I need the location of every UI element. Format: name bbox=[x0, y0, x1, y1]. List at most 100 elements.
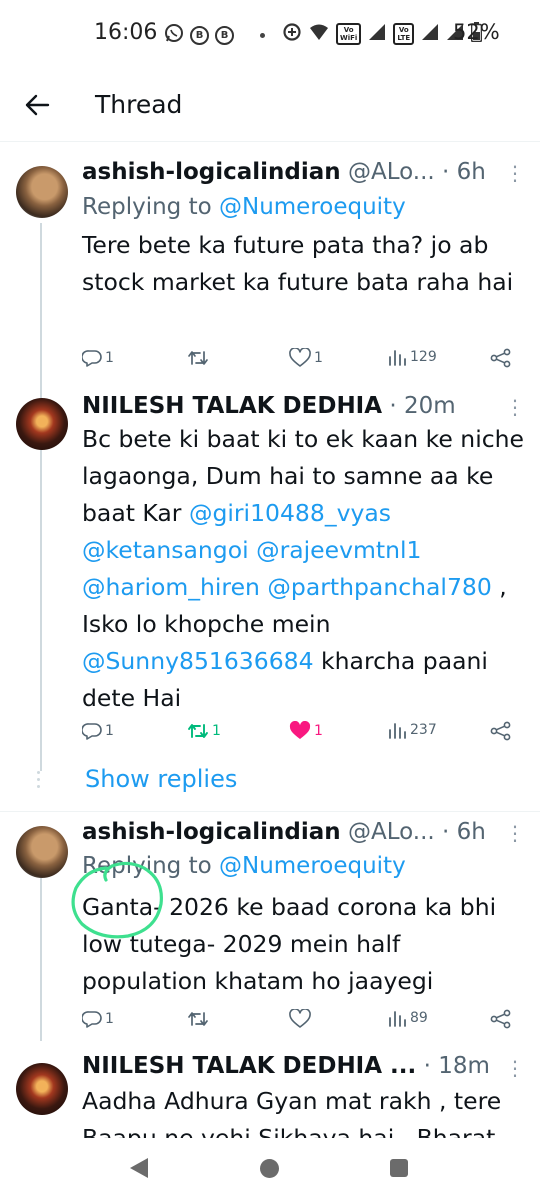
tweet-time: · 6h bbox=[442, 159, 486, 185]
divider bbox=[0, 811, 540, 812]
tweet-header: NIILESH TALAK DEDHIA · 20m bbox=[82, 393, 456, 419]
retweet-icon bbox=[188, 351, 208, 365]
views-button[interactable]: 89 bbox=[387, 1009, 428, 1027]
like-button[interactable] bbox=[289, 1009, 314, 1029]
avatar[interactable] bbox=[16, 166, 68, 218]
views-count: 89 bbox=[410, 1010, 428, 1026]
tweet-time: · 6h bbox=[442, 819, 486, 845]
status-bar: 16:06 B B Vo WiFi Vo LTE 52% bbox=[0, 0, 540, 70]
reply-button[interactable]: 1 bbox=[82, 721, 114, 741]
share-button[interactable] bbox=[490, 1009, 512, 1029]
retweet-icon bbox=[188, 1012, 208, 1026]
b-app-icon-2: B bbox=[215, 25, 234, 45]
thread-list[interactable]: ashish-logicalindian @ALo... · 6h ⋮ Repl… bbox=[0, 143, 540, 1138]
tweet-header: NIILESH TALAK DEDHIA ... · 18m bbox=[82, 1053, 490, 1079]
replying-prefix: Replying to bbox=[82, 194, 219, 220]
views-icon bbox=[389, 723, 406, 739]
replying-to-mention[interactable]: @Numeroequity bbox=[219, 853, 406, 879]
nav-back-icon[interactable] bbox=[128, 1156, 150, 1184]
heart-icon bbox=[289, 348, 311, 367]
system-nav-bar bbox=[0, 1138, 540, 1200]
mention-link[interactable]: @giri10488_vyas bbox=[189, 499, 391, 527]
more-notifications-dot bbox=[260, 32, 265, 38]
status-time: 16:06 bbox=[94, 20, 158, 45]
reply-button[interactable]: 1 bbox=[82, 1009, 114, 1029]
author-name[interactable]: ashish-logicalindian bbox=[82, 159, 341, 185]
tweet-actions: 1 1 129 bbox=[82, 348, 522, 372]
author-handle[interactable]: @ALo... bbox=[348, 159, 435, 185]
tweet-text: Bc bete ki baat ki to ek kaan ke niche l… bbox=[82, 421, 538, 717]
replying-to: Replying to @Numeroequity bbox=[82, 194, 406, 220]
mention-link[interactable]: @hariom_hiren bbox=[82, 573, 260, 601]
share-button[interactable] bbox=[490, 721, 512, 741]
reply-count: 1 bbox=[105, 1011, 114, 1027]
more-icon[interactable]: ⋮ bbox=[505, 163, 525, 183]
retweet-button[interactable]: 1 bbox=[187, 721, 221, 741]
data-saver-icon bbox=[282, 22, 302, 46]
more-icon[interactable]: ⋮ bbox=[505, 823, 525, 843]
tweet-text: Aadha Adhura Gyan mat rakh , tere Baapu … bbox=[82, 1087, 502, 1138]
like-button[interactable]: 1 bbox=[289, 348, 323, 368]
retweet-button[interactable] bbox=[187, 1009, 212, 1029]
thread-connector-line-2 bbox=[40, 871, 42, 1041]
signal-icon-1 bbox=[368, 23, 386, 45]
reply-button[interactable]: 1 bbox=[82, 348, 114, 368]
replying-to-mention[interactable]: @Numeroequity bbox=[219, 194, 406, 220]
tweet-time: · 20m bbox=[389, 393, 456, 419]
notification-icons: B B bbox=[164, 23, 265, 47]
retweet-count: 1 bbox=[212, 723, 221, 739]
like-button[interactable]: 1 bbox=[289, 721, 323, 741]
tweet-time: · 18m bbox=[423, 1053, 490, 1079]
tweet-actions: 1 1 1 237 bbox=[82, 721, 522, 745]
reply-count: 1 bbox=[105, 723, 114, 739]
more-icon[interactable]: ⋮ bbox=[505, 1058, 525, 1078]
nav-home-icon[interactable] bbox=[260, 1159, 279, 1178]
battery-percent: 52% bbox=[453, 20, 500, 44]
share-icon bbox=[490, 348, 511, 368]
tweet-text: Tere bete ka future pata tha? jo ab stoc… bbox=[82, 231, 514, 296]
share-icon bbox=[490, 1009, 511, 1029]
author-name[interactable]: NIILESH TALAK DEDHIA bbox=[82, 393, 382, 419]
tweet-text-segment bbox=[249, 536, 256, 564]
share-icon bbox=[490, 721, 511, 741]
author-name[interactable]: ashish-logicalindian bbox=[82, 819, 341, 845]
vowifi-badge: Vo WiFi bbox=[336, 23, 362, 45]
volte-badge: Vo LTE bbox=[393, 23, 415, 45]
avatar[interactable] bbox=[16, 1063, 68, 1115]
tweet-actions: 1 89 bbox=[82, 1009, 522, 1033]
show-replies-link[interactable]: Show replies bbox=[85, 765, 237, 793]
retweet-icon bbox=[188, 724, 208, 738]
like-count: 1 bbox=[314, 723, 323, 739]
avatar[interactable] bbox=[16, 398, 68, 450]
nav-recents-icon[interactable] bbox=[390, 1159, 408, 1177]
whatsapp-icon bbox=[164, 23, 184, 47]
views-count: 237 bbox=[410, 722, 437, 738]
signal-icon-2 bbox=[421, 23, 439, 45]
mention-link[interactable]: @ketansangoi bbox=[82, 536, 249, 564]
heart-icon bbox=[289, 721, 311, 739]
author-handle[interactable]: @ALo... bbox=[348, 819, 435, 845]
reply-count: 1 bbox=[105, 350, 114, 366]
reply-icon bbox=[82, 723, 102, 740]
share-button[interactable] bbox=[490, 348, 512, 368]
mention-link[interactable]: @parthpanchal780 bbox=[267, 573, 491, 601]
mention-link[interactable]: @rajeevmtnl1 bbox=[256, 536, 421, 564]
thread-connector-line bbox=[40, 223, 42, 771]
wifi-icon bbox=[309, 23, 329, 45]
heart-icon bbox=[289, 1009, 311, 1028]
author-name[interactable]: NIILESH TALAK DEDHIA ... bbox=[82, 1053, 416, 1079]
annotation-circle bbox=[71, 861, 163, 939]
views-button[interactable]: 129 bbox=[387, 348, 437, 366]
views-button[interactable]: 237 bbox=[387, 721, 437, 739]
avatar[interactable] bbox=[16, 826, 68, 878]
back-arrow-icon[interactable] bbox=[24, 92, 50, 122]
views-icon bbox=[389, 350, 406, 366]
retweet-button[interactable] bbox=[187, 348, 212, 368]
mention-link[interactable]: @Sunny851636684 bbox=[82, 647, 314, 675]
like-count: 1 bbox=[314, 350, 323, 366]
tweet-header: ashish-logicalindian @ALo... · 6h bbox=[82, 819, 486, 845]
tweet-header: ashish-logicalindian @ALo... · 6h bbox=[82, 159, 486, 185]
b-app-icon: B bbox=[190, 25, 209, 45]
thread-gap-dots bbox=[36, 771, 42, 792]
more-icon[interactable]: ⋮ bbox=[505, 397, 525, 417]
